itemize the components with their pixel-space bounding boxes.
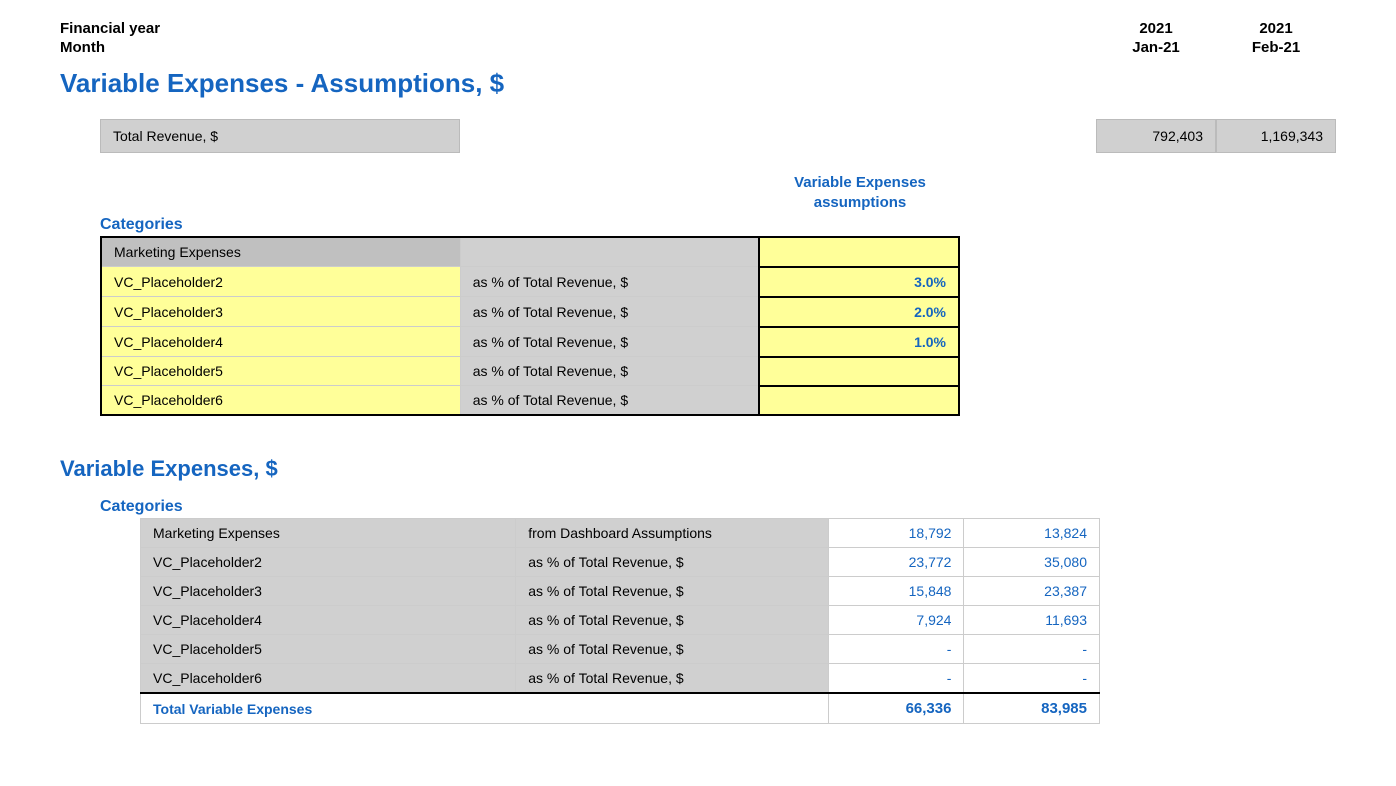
assump-val-5[interactable] xyxy=(759,386,959,416)
ve-col1-0: 18,792 xyxy=(828,519,964,548)
ve-col2-0: 13,824 xyxy=(964,519,1100,548)
assump-category-4: VC_Placeholder5 xyxy=(101,357,460,386)
financial-year-label: Financial year xyxy=(60,20,160,37)
assump-val-0 xyxy=(759,237,959,267)
ve-category-3: VC_Placeholder4 xyxy=(141,606,516,635)
ve-type-2: as % of Total Revenue, $ xyxy=(516,577,829,606)
variable-expenses-section: Variable Expenses, $ Categories Marketin… xyxy=(60,456,1336,724)
ve-category-2: VC_Placeholder3 xyxy=(141,577,516,606)
assump-val-3[interactable]: 1.0% xyxy=(759,327,959,357)
ve-category-1: VC_Placeholder2 xyxy=(141,548,516,577)
revenue-label: Total Revenue, $ xyxy=(100,119,460,153)
col1-year: 2021 xyxy=(1096,20,1216,37)
assump-type-4: as % of Total Revenue, $ xyxy=(460,357,759,386)
assump-type-1: as % of Total Revenue, $ xyxy=(460,267,759,297)
ve-categories-label: Categories xyxy=(100,498,183,515)
ve-type-3: as % of Total Revenue, $ xyxy=(516,606,829,635)
ve-col1-1: 23,772 xyxy=(828,548,964,577)
ve-col2-1: 35,080 xyxy=(964,548,1100,577)
assump-type-2: as % of Total Revenue, $ xyxy=(460,297,759,327)
ve-section-title: Variable Expenses, $ xyxy=(60,456,1336,482)
assump-val-4[interactable] xyxy=(759,357,959,386)
ve-col1-5: - xyxy=(828,664,964,694)
ve-type-5: as % of Total Revenue, $ xyxy=(516,664,829,694)
ve-type-0: from Dashboard Assumptions xyxy=(516,519,829,548)
header-years: 2021 Jan-21 2021 Feb-21 xyxy=(1096,20,1336,58)
assump-type-0 xyxy=(460,237,759,267)
assumptions-area: Variable Expenses assumptions Categories… xyxy=(100,173,1336,416)
col2-header: 2021 Feb-21 xyxy=(1216,20,1336,58)
assump-category-0: Marketing Expenses xyxy=(101,237,460,267)
ve-total-label: Total Variable Expenses xyxy=(141,693,829,724)
ve-type-4: as % of Total Revenue, $ xyxy=(516,635,829,664)
assumptions-table: Marketing Expenses VC_Placeholder2 as % … xyxy=(100,236,960,416)
ve-col2-2: 23,387 xyxy=(964,577,1100,606)
assump-type-3: as % of Total Revenue, $ xyxy=(460,327,759,357)
assumptions-col-header: Variable Expenses assumptions xyxy=(760,173,960,212)
assumptions-section-title: Variable Expenses - Assumptions, $ xyxy=(60,68,1336,99)
assump-category-1: VC_Placeholder2 xyxy=(101,267,460,297)
ve-total-col2: 83,985 xyxy=(964,693,1100,724)
ve-col1-4: - xyxy=(828,635,964,664)
assump-category-3: VC_Placeholder4 xyxy=(101,327,460,357)
revenue-col1: 792,403 xyxy=(1096,119,1216,153)
col1-month: Jan-21 xyxy=(1096,39,1216,56)
ve-category-4: VC_Placeholder5 xyxy=(141,635,516,664)
ve-table: Marketing Expenses from Dashboard Assump… xyxy=(140,518,1100,724)
assump-val-1[interactable]: 3.0% xyxy=(759,267,959,297)
assump-category-2: VC_Placeholder3 xyxy=(101,297,460,327)
ve-col1-2: 15,848 xyxy=(828,577,964,606)
header-labels: Financial year Month xyxy=(60,20,160,58)
assump-type-5: as % of Total Revenue, $ xyxy=(460,386,759,416)
col2-year: 2021 xyxy=(1216,20,1336,37)
assump-val-2[interactable]: 2.0% xyxy=(759,297,959,327)
col2-month: Feb-21 xyxy=(1216,39,1336,56)
ve-col2-3: 11,693 xyxy=(964,606,1100,635)
assump-category-5: VC_Placeholder6 xyxy=(101,386,460,416)
ve-category-0: Marketing Expenses xyxy=(141,519,516,548)
ve-category-5: VC_Placeholder6 xyxy=(141,664,516,694)
ve-type-1: as % of Total Revenue, $ xyxy=(516,548,829,577)
month-label: Month xyxy=(60,39,160,56)
revenue-col2: 1,169,343 xyxy=(1216,119,1336,153)
assumptions-categories-label: Categories xyxy=(100,216,183,233)
ve-col2-5: - xyxy=(964,664,1100,694)
ve-total-col1: 66,336 xyxy=(828,693,964,724)
revenue-row: Total Revenue, $ 792,403 1,169,343 xyxy=(100,119,1336,153)
ve-col2-4: - xyxy=(964,635,1100,664)
ve-col1-3: 7,924 xyxy=(828,606,964,635)
page-header: Financial year Month 2021 Jan-21 2021 Fe… xyxy=(60,20,1336,58)
col1-header: 2021 Jan-21 xyxy=(1096,20,1216,58)
